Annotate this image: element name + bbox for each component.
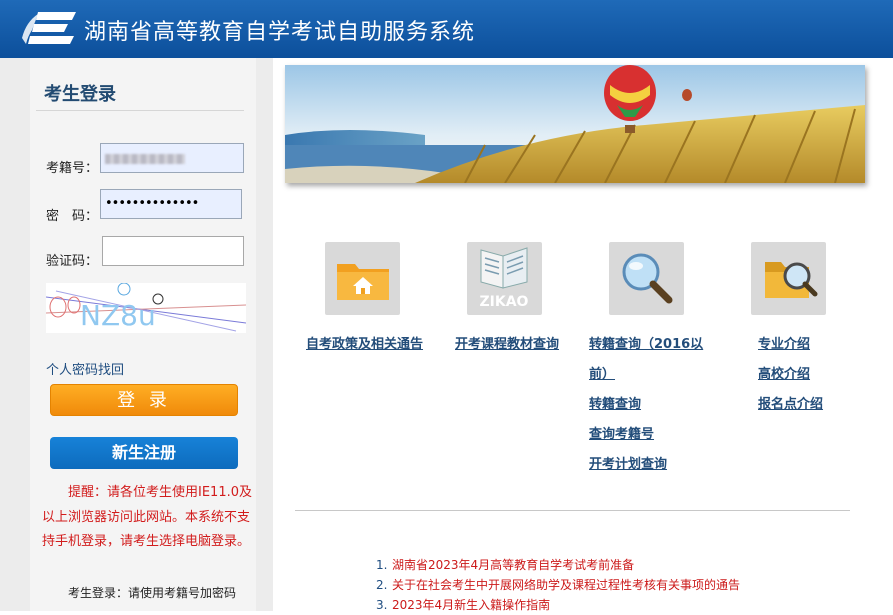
news-number: 1. — [376, 558, 388, 572]
link-transfer-query[interactable]: 转籍查询 — [589, 390, 703, 420]
link-course-textbook-query[interactable]: 开考课程教材查询 — [455, 330, 559, 360]
folder-search-icon — [765, 262, 818, 298]
intro-links: 专业介绍 高校介绍 报名点介绍 — [758, 330, 823, 420]
news-list: 1. 湖南省2023年4月高等教育自学考试考前准备 2. 关于在社会考生中开展网络助… — [376, 555, 740, 615]
password-input[interactable]: •••••••••••••• — [100, 189, 242, 219]
magnifier-icon — [622, 253, 673, 304]
captcha-image[interactable]: NZ8u — [46, 283, 246, 333]
news-title: 关于在社会考生中开展网络助学及课程过程性考核有关事项的通告 — [392, 578, 741, 592]
folder-home-icon — [337, 264, 389, 300]
top-header: 湖南省高等教育自学考试自助服务系统 — [0, 0, 893, 58]
captcha-drawing: NZ8u — [46, 283, 246, 333]
link-transfer-query-pre2016-cont[interactable]: 前） — [589, 360, 703, 390]
textbook-tile[interactable]: ZIKAO — [467, 242, 542, 315]
textbook-links: 开考课程教材查询 — [455, 330, 559, 360]
news-item[interactable]: 2. 关于在社会考生中开展网络助学及课程过程性考核有关事项的通告 — [376, 575, 740, 595]
policy-tile[interactable] — [325, 242, 400, 315]
zikao-caption: ZIKAO — [480, 294, 529, 310]
link-exam-plan-query[interactable]: 开考计划查询 — [589, 450, 703, 480]
link-policy-notices[interactable]: 自考政策及相关通告 — [306, 330, 423, 360]
news-number: 3. — [376, 598, 388, 612]
browser-notice: 提醒：请各位考生使用IE11.0及以上浏览器访问此网站。本系统不支持手机登录，请… — [42, 485, 252, 550]
news-item[interactable]: 3. 2023年4月新生入籍操作指南 — [376, 595, 740, 615]
transfer-links: 转籍查询（2016以 前） 转籍查询 查询考籍号 开考计划查询 — [589, 330, 703, 480]
news-title: 2023年4月新生入籍操作指南 — [392, 598, 551, 612]
id-label: 考籍号： — [46, 161, 99, 176]
news-item[interactable]: 1. 湖南省2023年4月高等教育自学考试考前准备 — [376, 555, 740, 575]
login-divider — [36, 110, 244, 111]
captcha-input[interactable] — [102, 236, 244, 266]
link-student-id-query[interactable]: 查询考籍号 — [589, 420, 703, 450]
captcha-label: 验证码： — [46, 254, 99, 269]
captcha-text: NZ8u — [80, 299, 156, 332]
link-college-intro[interactable]: 高校介绍 — [758, 360, 823, 390]
password-label: 密 码： — [46, 209, 99, 224]
login-button[interactable]: 登 录 — [50, 384, 238, 416]
exam-logo-icon — [22, 12, 76, 44]
register-button[interactable]: 新生注册 — [50, 437, 238, 469]
password-recovery-link[interactable]: 个人密码找回 — [46, 359, 124, 378]
id-input[interactable] — [100, 143, 244, 173]
news-number: 2. — [376, 578, 388, 592]
policy-links: 自考政策及相关通告 — [306, 330, 423, 360]
link-transfer-query-pre2016[interactable]: 转籍查询（2016以 — [589, 330, 703, 360]
balloon-field-image — [285, 65, 865, 183]
hero-banner — [285, 65, 865, 183]
id-value-redacted — [105, 154, 185, 164]
news-title: 湖南省2023年4月高等教育自学考试考前准备 — [392, 558, 635, 572]
transfer-query-tile[interactable] — [609, 242, 684, 315]
zikao-book-icon: ZIKAO — [480, 247, 529, 310]
content-divider — [295, 510, 850, 511]
link-registration-point-intro[interactable]: 报名点介绍 — [758, 390, 823, 420]
link-major-intro[interactable]: 专业介绍 — [758, 330, 823, 360]
site-title: 湖南省高等教育自学考试自助服务系统 — [84, 20, 476, 45]
login-hint: 考生登录：请使用考籍号加密码 — [68, 586, 237, 600]
major-intro-tile[interactable] — [751, 242, 826, 315]
login-title: 考生登录 — [44, 84, 116, 105]
